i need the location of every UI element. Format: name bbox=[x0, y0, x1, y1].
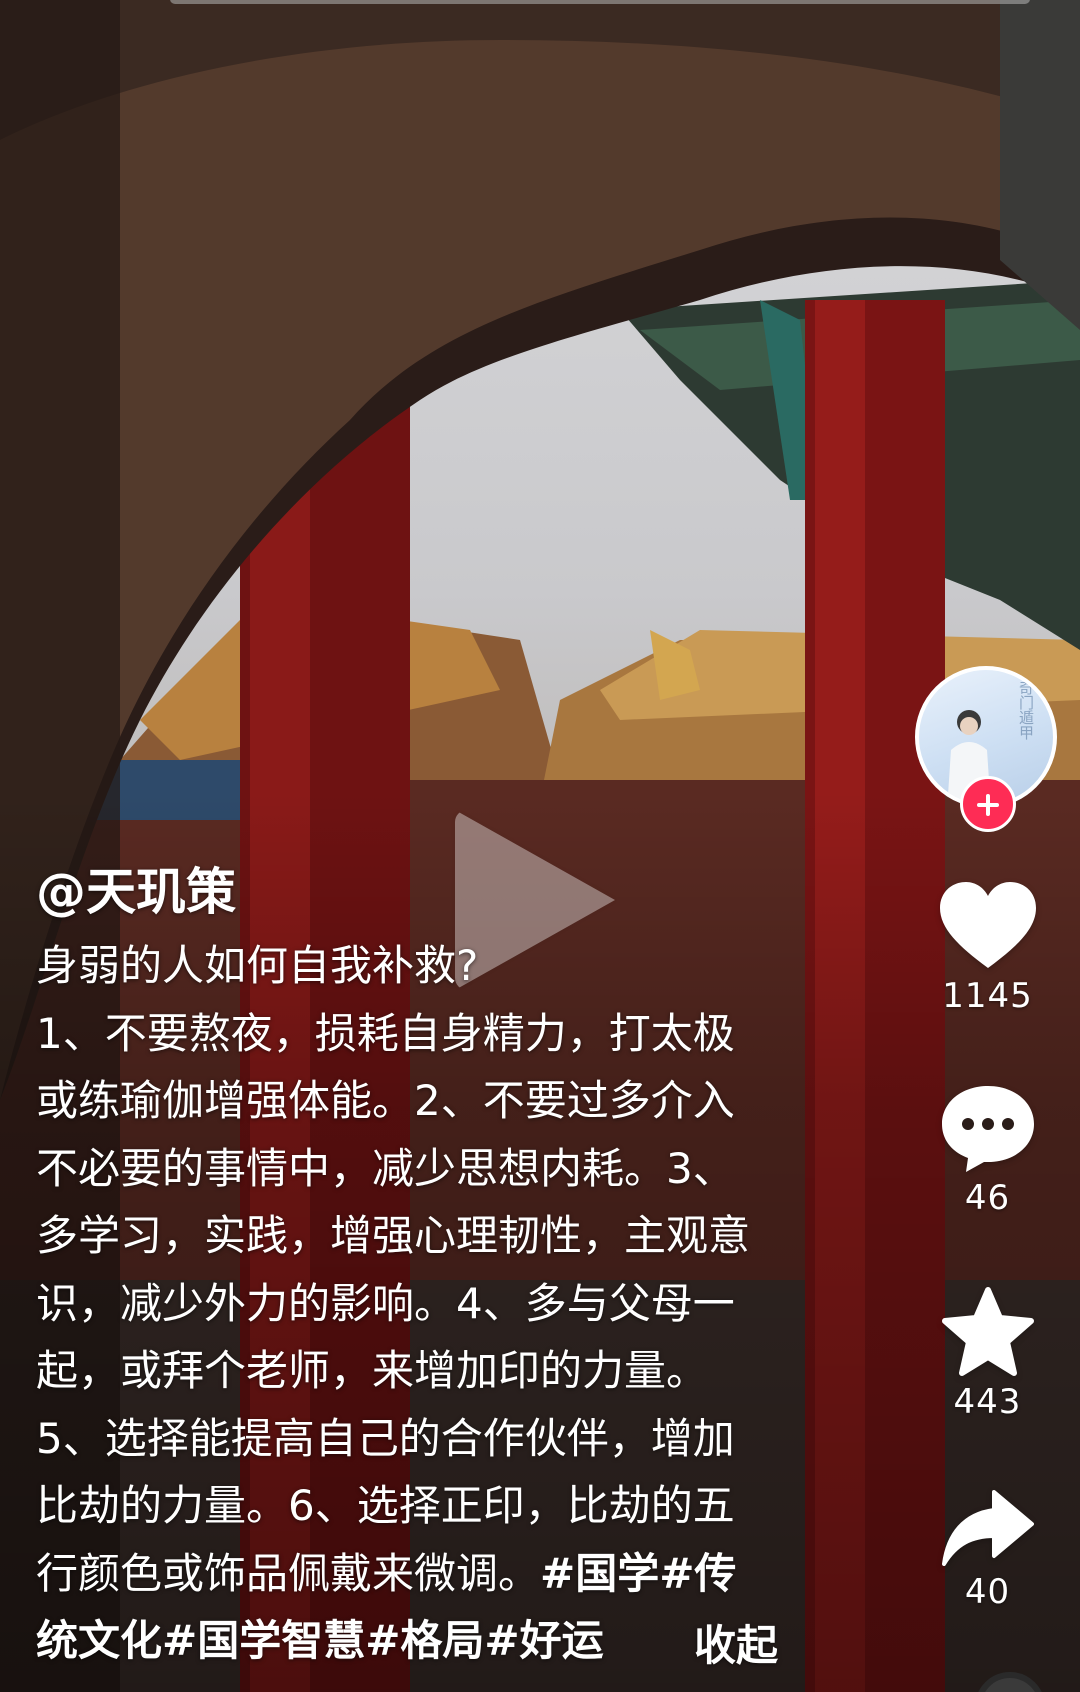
caption-line: 多学习，实践，增强心理韧性，主观意 bbox=[36, 1211, 751, 1260]
hashtag-link[interactable]: #国学#传 bbox=[540, 1549, 736, 1598]
star-icon bbox=[941, 1287, 1034, 1376]
avatar-overlay-text: 奇门遁甲 bbox=[1017, 680, 1035, 740]
caption-line: 1、不要熬夜，损耗自身精力，打太极 bbox=[36, 1008, 735, 1058]
caption-line: 5、选择能提高自己的合作伙伴，增加 bbox=[36, 1413, 735, 1463]
status-bar-indicator bbox=[170, 0, 1030, 4]
share-icon bbox=[941, 1490, 1034, 1566]
heart-icon bbox=[939, 882, 1036, 968]
favorite-button[interactable]: 443 bbox=[930, 1286, 1045, 1422]
share-button[interactable]: 40 bbox=[930, 1488, 1045, 1612]
follow-button[interactable] bbox=[960, 776, 1016, 832]
comment-button[interactable]: 46 bbox=[930, 1082, 1045, 1218]
share-count: 40 bbox=[964, 1572, 1011, 1612]
caption-line: 或练瑜伽增强体能。2、不要过多介入 bbox=[36, 1076, 735, 1125]
video-screen[interactable]: 奇门遁甲 1145 46 443 40 @天玑策 身弱的人如何自我补救? 1、不… bbox=[0, 0, 1080, 1692]
author-handle[interactable]: @天玑策 bbox=[36, 852, 236, 924]
caption-line: 比劫的力量。6、选择正印，比劫的五 bbox=[36, 1481, 735, 1530]
comment-icon bbox=[941, 1086, 1034, 1172]
caption-line: 识，减少外力的影响。4、多与父母一 bbox=[36, 1278, 735, 1328]
comment-count: 46 bbox=[964, 1178, 1011, 1218]
hashtag-link[interactable]: 统文化#国学智慧#格局#好运 bbox=[36, 1607, 806, 1675]
caption-line-with-tags: 行颜色或饰品佩戴来微调。#国学#传 bbox=[36, 1540, 806, 1608]
caption-line: 不必要的事情中，减少思想内耗。3、 bbox=[36, 1143, 735, 1193]
collapse-caption-button[interactable]: 收起 bbox=[694, 1612, 778, 1673]
caption-line: 起，或拜个老师，来增加印的力量。 bbox=[36, 1346, 709, 1395]
caption-text: 行颜色或饰品佩戴来微调。 bbox=[36, 1548, 541, 1598]
like-count: 1145 bbox=[942, 976, 1033, 1016]
like-button[interactable]: 1145 bbox=[930, 880, 1045, 1016]
caption-line: 身弱的人如何自我补救? bbox=[36, 941, 479, 990]
favorite-count: 443 bbox=[953, 1382, 1022, 1422]
video-caption: 身弱的人如何自我补救? 1、不要熬夜，损耗自身精力，打太极 或练瑜伽增强体能。2… bbox=[36, 932, 806, 1675]
